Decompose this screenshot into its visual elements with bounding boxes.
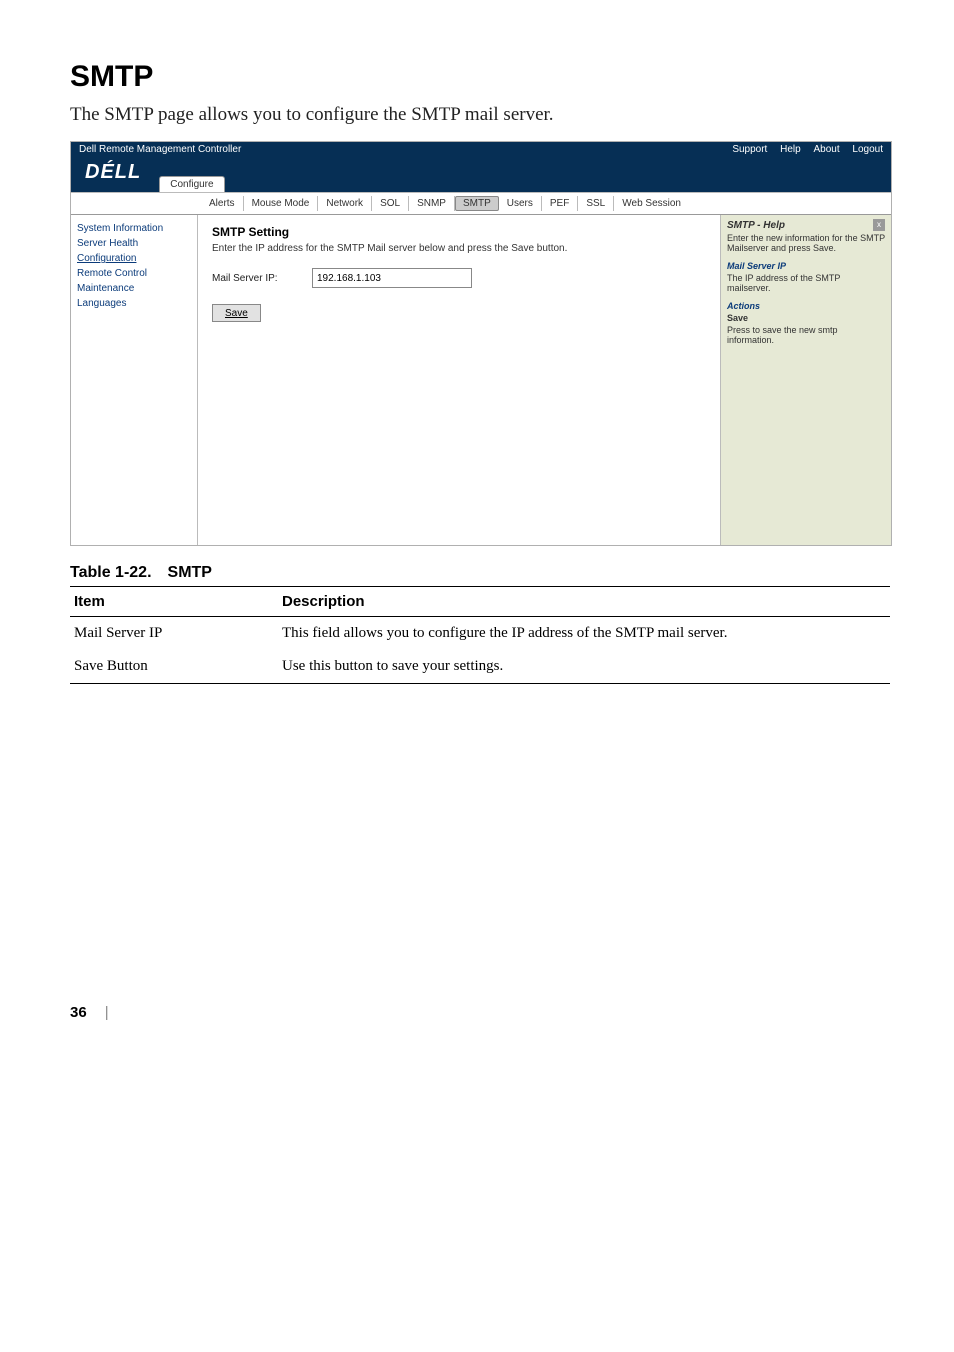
save-button[interactable]: Save	[212, 304, 261, 322]
help-mail-server-text: The IP address of the SMTP mailserver.	[727, 273, 885, 293]
subtab-pef[interactable]: PEF	[542, 196, 578, 211]
app-titlebar: Dell Remote Management Controller Suppor…	[71, 142, 891, 157]
table-caption: Table 1-22. SMTP	[70, 564, 884, 582]
col-item: Item	[70, 587, 278, 617]
tab-configure[interactable]: Configure	[159, 176, 224, 192]
brand-row: DÉLL Configure	[71, 157, 891, 192]
cell-item: Save Button	[70, 650, 278, 684]
cell-desc: This field allows you to configure the I…	[278, 617, 890, 651]
sub-tabs: Alerts Mouse Mode Network SOL SNMP SMTP …	[71, 192, 891, 215]
col-description: Description	[278, 587, 890, 617]
subtab-users[interactable]: Users	[499, 196, 542, 211]
close-icon[interactable]: x	[873, 219, 885, 231]
section-intro: The SMTP page allows you to configure th…	[70, 104, 884, 126]
brand-logo: DÉLL	[81, 157, 149, 192]
help-actions-head: Actions	[727, 301, 885, 311]
table-row: Mail Server IP This field allows you to …	[70, 617, 890, 651]
sidebar-item-remote-control[interactable]: Remote Control	[75, 266, 193, 281]
subtab-smtp[interactable]: SMTP	[455, 196, 499, 211]
cell-item: Mail Server IP	[70, 617, 278, 651]
help-panel: SMTP - Help x Enter the new information …	[720, 215, 891, 545]
sidebar-item-server-health[interactable]: Server Health	[75, 236, 193, 251]
top-link-group: Support Help About Logout	[722, 144, 883, 155]
spec-table: Item Description Mail Server IP This fie…	[70, 586, 890, 684]
window-title: Dell Remote Management Controller	[79, 144, 241, 155]
main-area: SMTP Setting Enter the IP address for th…	[198, 215, 720, 545]
mail-server-ip-input[interactable]	[312, 268, 472, 288]
help-title-row: SMTP - Help x	[727, 219, 885, 231]
help-mail-server-head: Mail Server IP	[727, 261, 885, 271]
sidebar-item-maintenance[interactable]: Maintenance	[75, 281, 193, 296]
app-body: System Information Server Health Configu…	[71, 215, 891, 545]
top-tabs: Configure	[149, 176, 226, 192]
help-intro: Enter the new information for the SMTP M…	[727, 233, 885, 253]
section-title: SMTP	[70, 60, 884, 94]
sidebar: System Information Server Health Configu…	[71, 215, 198, 545]
logout-link[interactable]: Logout	[852, 144, 883, 155]
app-window: Dell Remote Management Controller Suppor…	[70, 141, 892, 546]
subtab-sol[interactable]: SOL	[372, 196, 409, 211]
subtab-snmp[interactable]: SNMP	[409, 196, 455, 211]
subtab-mouse-mode[interactable]: Mouse Mode	[244, 196, 319, 211]
page-heading: SMTP Setting	[212, 225, 706, 239]
support-link[interactable]: Support	[732, 144, 767, 155]
help-save-text: Press to save the new smtp information.	[727, 325, 885, 345]
page-number: 36|	[70, 1004, 884, 1021]
sidebar-item-languages[interactable]: Languages	[75, 296, 193, 311]
help-title: SMTP - Help	[727, 220, 785, 231]
subtab-ssl[interactable]: SSL	[578, 196, 614, 211]
help-link[interactable]: Help	[780, 144, 801, 155]
sidebar-item-configuration[interactable]: Configuration	[75, 251, 193, 266]
mail-server-ip-label: Mail Server IP:	[212, 273, 292, 284]
table-row: Save Button Use this button to save your…	[70, 650, 890, 684]
subtab-alerts[interactable]: Alerts	[201, 196, 244, 211]
sidebar-item-system-information[interactable]: System Information	[75, 221, 193, 236]
cell-desc: Use this button to save your settings.	[278, 650, 890, 684]
help-save-head: Save	[727, 313, 885, 323]
subtab-network[interactable]: Network	[318, 196, 372, 211]
subtab-web-session[interactable]: Web Session	[614, 196, 689, 211]
page-description: Enter the IP address for the SMTP Mail s…	[212, 243, 706, 254]
about-link[interactable]: About	[813, 144, 839, 155]
field-row: Mail Server IP:	[212, 268, 706, 288]
